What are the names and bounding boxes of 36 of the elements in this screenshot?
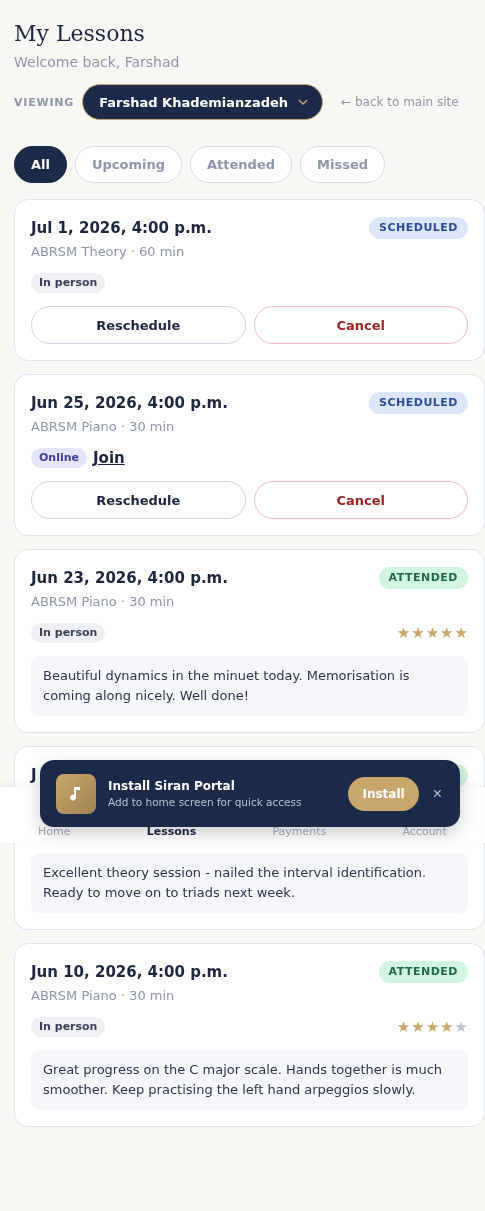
reschedule-button[interactable]: Reschedule <box>31 481 246 519</box>
cancel-button[interactable]: Cancel <box>253 306 468 344</box>
mode-tag: In person <box>31 1017 106 1037</box>
lesson-subtitle: ABRSM Piano · 30 min <box>31 988 176 1005</box>
filter-tab[interactable]: All <box>14 146 67 183</box>
lesson-notes: Great progress on the C major scale. Hands together is much smoother. Keep practising the left hand arpeggios slowly. <box>31 1050 468 1110</box>
join-link[interactable]: Join <box>93 449 125 467</box>
student-dropdown[interactable]: Farshad Khademianzadeh <box>82 84 324 120</box>
cancel-button[interactable]: Cancel <box>253 481 468 519</box>
lesson-date: Jun 25, 2026, 4:00 p.m. <box>31 394 228 412</box>
banner-title: Install Siran Portal <box>108 779 236 793</box>
lesson-date: Jun 10, 2026, 4:00 p.m. <box>31 963 228 981</box>
lesson-notes: Excellent theory session - nailed the interval identification. Ready to move on to triads next week. <box>31 853 468 913</box>
lesson-date: J <box>31 766 37 784</box>
reschedule-button[interactable]: Reschedule <box>31 306 246 344</box>
lesson-subtitle: ABRSM Theory · 60 min <box>31 244 186 261</box>
lesson-subtitle: ABRSM Piano · 30 min <box>31 419 176 436</box>
lesson-subtitle: ABRSM Piano · 30 min <box>31 594 176 611</box>
mode-tag: Online <box>31 448 87 468</box>
mode-tag: In person <box>31 623 106 643</box>
lesson-date: Jun 23, 2026, 4:00 p.m. <box>31 569 228 587</box>
lesson-notes: Beautiful dynamics in the minuet today. Memorisation is coming along nicely. Well done! <box>31 656 468 716</box>
status-badge: ATTENDED <box>378 961 468 983</box>
viewing-label: VIEWING <box>14 95 75 109</box>
nav-tab[interactable]: Lessons <box>146 825 197 838</box>
close-button[interactable]: × <box>430 784 444 803</box>
lesson-date: Jul 1, 2026, 4:00 p.m. <box>31 219 212 237</box>
banner-subtitle: Add to home screen for quick access <box>108 796 303 808</box>
status-badge: SCHEDULED <box>369 217 468 239</box>
star-rating: ★★★★★ <box>396 624 468 642</box>
star-rating: ★★★★★ <box>396 1018 468 1036</box>
mode-tag: In person <box>31 273 106 293</box>
status-badge: ATTENDED <box>378 567 468 589</box>
status-badge: SCHEDULED <box>369 392 468 414</box>
page-title: My Lessons <box>14 20 146 48</box>
welcome-text: Welcome back, Farshad <box>14 54 181 70</box>
